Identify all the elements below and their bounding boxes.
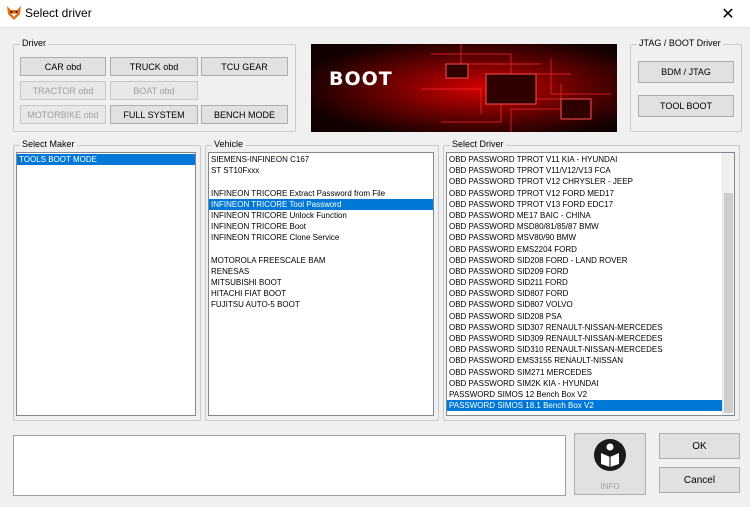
tcu-gear-button[interactable]: TCU GEAR	[201, 57, 288, 76]
truck-obd-button[interactable]: TRUCK obd	[110, 57, 198, 76]
jtag-group-label: JTAG / BOOT Driver	[637, 38, 723, 48]
title-bar: Select driver ✕	[0, 0, 750, 28]
list-item[interactable]: RENESAS	[209, 266, 433, 277]
list-item[interactable]: INFINEON TRICORE Boot	[209, 221, 433, 232]
list-item[interactable]: OBD PASSWORD SID310 RENAULT-NISSAN-MERCE…	[447, 344, 723, 355]
bdm-jtag-button[interactable]: BDM / JTAG	[638, 61, 734, 83]
list-item[interactable]: INFINEON TRICORE Extract Password from F…	[209, 188, 433, 199]
boat-obd-button: BOAT obd	[110, 81, 198, 100]
fox-logo-icon	[7, 6, 21, 20]
list-item[interactable]: OBD PASSWORD MSV80/90 BMW	[447, 232, 723, 243]
list-item[interactable]: INFINEON TRICORE Unlock Function	[209, 210, 433, 221]
info-button[interactable]: INFO	[574, 433, 646, 495]
driver-list-scrollbar[interactable]	[722, 153, 734, 415]
tractor-obd-button: TRACTOR obd	[20, 81, 106, 100]
list-item[interactable]: OBD PASSWORD SID208 FORD - LAND ROVER	[447, 255, 723, 266]
full-system-button[interactable]: FULL SYSTEM	[110, 105, 198, 124]
list-item[interactable]: OBD PASSWORD SIM2K KIA - HYUNDAI	[447, 378, 723, 389]
vehicle-list[interactable]: SIEMENS-INFINEON C167 ST ST10Fxxx INFINE…	[208, 152, 434, 416]
list-item[interactable]: OBD PASSWORD SID307 RENAULT-NISSAN-MERCE…	[447, 322, 723, 333]
info-label: INFO	[600, 482, 620, 491]
list-item[interactable]: FUJITSU AUTO-5 BOOT	[209, 299, 433, 310]
list-item[interactable]: TOOLS BOOT MODE	[17, 154, 195, 166]
list-item[interactable]: HITACHI FIAT BOOT	[209, 288, 433, 299]
list-item[interactable]: OBD PASSWORD TPROT V13 FORD EDC17	[447, 199, 723, 210]
banner-title: BOOT	[329, 68, 393, 90]
list-item[interactable]: OBD PASSWORD EMS2204 FORD	[447, 244, 723, 255]
boot-banner: BOOT	[311, 44, 617, 132]
list-item[interactable]: OBD PASSWORD EMS3155 RENAULT-NISSAN	[447, 355, 723, 366]
list-item[interactable]: SIEMENS-INFINEON C167	[209, 154, 433, 165]
list-item[interactable]: OBD PASSWORD TPROT V11/V12/V13 FCA	[447, 165, 723, 176]
driver-list[interactable]: OBD PASSWORD TPROT V11 KIA - HYUNDAI OBD…	[446, 152, 735, 416]
list-item[interactable]: ST ST10Fxxx	[209, 165, 433, 176]
list-item[interactable]: OBD PASSWORD TPROT V11 KIA - HYUNDAI	[447, 154, 723, 165]
reading-person-icon	[594, 439, 626, 471]
close-icon: ✕	[721, 5, 735, 23]
list-item[interactable]: INFINEON TRICORE Tool Password	[209, 198, 433, 210]
window-title: Select driver	[25, 6, 92, 20]
cancel-button[interactable]: Cancel	[659, 467, 740, 493]
ok-button[interactable]: OK	[659, 433, 740, 459]
list-item[interactable]: OBD PASSWORD SID211 FORD	[447, 277, 723, 288]
maker-list[interactable]: TOOLS BOOT MODE	[16, 152, 196, 416]
list-item[interactable]: PASSWORD SIMOS 18.1 Bench Box V2	[447, 400, 723, 412]
list-item[interactable]: OBD PASSWORD TPROT V12 FORD MED17	[447, 188, 723, 199]
list-item[interactable]: OBD PASSWORD SID208 PSA	[447, 311, 723, 322]
driver-group-label: Driver	[20, 38, 48, 48]
list-item[interactable]: OBD PASSWORD SID807 FORD	[447, 288, 723, 299]
list-item[interactable]: OBD PASSWORD SID209 FORD	[447, 266, 723, 277]
list-item[interactable]: OBD PASSWORD SIM271 MERCEDES	[447, 367, 723, 378]
tool-boot-button[interactable]: TOOL BOOT	[638, 95, 734, 117]
list-item[interactable]: OBD PASSWORD MSD80/81/85/87 BMW	[447, 221, 723, 232]
scrollbar-thumb[interactable]	[724, 193, 733, 413]
motorbike-obd-button: MOTORBIKE obd	[20, 105, 106, 124]
list-item[interactable]: OBD PASSWORD SID309 RENAULT-NISSAN-MERCE…	[447, 333, 723, 344]
bench-mode-button[interactable]: BENCH MODE	[201, 105, 288, 124]
message-area[interactable]	[13, 435, 566, 496]
jtag-boot-group: JTAG / BOOT Driver	[630, 38, 742, 132]
list-item[interactable]: PASSWORD SIMOS 12 Bench Box V2	[447, 389, 723, 400]
list-item[interactable]: OBD PASSWORD SID807 VOLVO	[447, 299, 723, 310]
list-item[interactable]: OBD PASSWORD TPROT V12 CHRYSLER - JEEP	[447, 176, 723, 187]
close-button[interactable]: ✕	[706, 0, 750, 27]
list-item[interactable]: MITSUBISHI BOOT	[209, 277, 433, 288]
list-item[interactable]: INFINEON TRICORE Clone Service	[209, 232, 433, 243]
list-item[interactable]	[209, 244, 433, 255]
list-item[interactable]	[209, 176, 433, 187]
vehicle-group-label: Vehicle	[212, 139, 246, 149]
list-item[interactable]: OBD PASSWORD ME17 BAIC - CHINA	[447, 210, 723, 221]
car-obd-button[interactable]: CAR obd	[20, 57, 106, 76]
driver-list-label: Select Driver	[450, 139, 506, 149]
maker-group-label: Select Maker	[20, 139, 77, 149]
list-item[interactable]: MOTOROLA FREESCALE BAM	[209, 255, 433, 266]
